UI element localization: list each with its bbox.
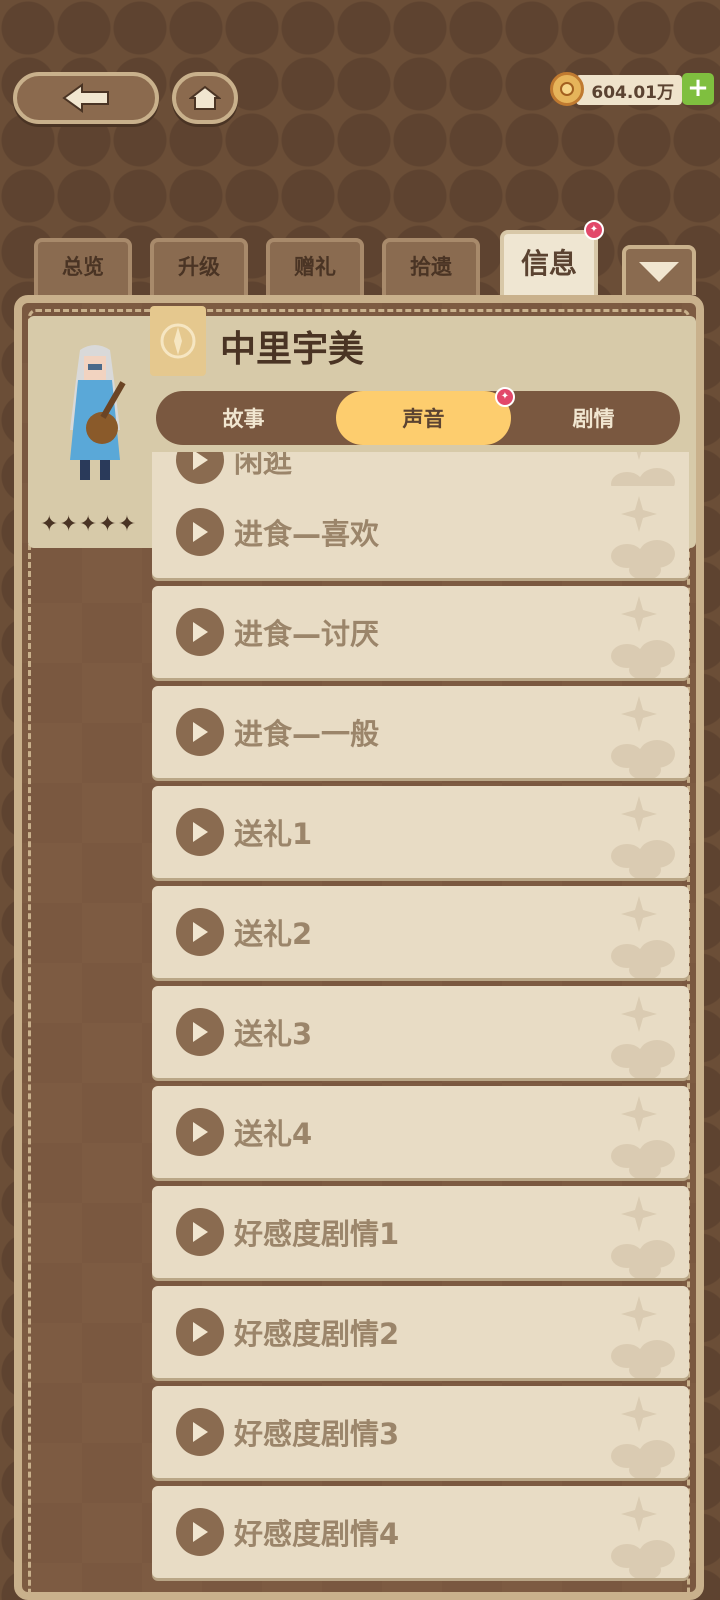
list-item[interactable]: 好感度剧情4 bbox=[152, 1486, 689, 1578]
home-button[interactable] bbox=[172, 72, 238, 124]
voice-label: 进食—讨厌 bbox=[234, 617, 380, 651]
play-button[interactable] bbox=[176, 1108, 224, 1156]
voice-label: 好感度剧情2 bbox=[234, 1317, 400, 1351]
play-icon bbox=[193, 822, 208, 842]
list-item[interactable]: 送礼2 bbox=[152, 886, 689, 978]
character-name: 中里宇美 bbox=[220, 329, 365, 370]
home-icon bbox=[189, 85, 221, 110]
voice-label: 送礼4 bbox=[234, 1117, 313, 1151]
voice-label: 送礼1 bbox=[234, 817, 313, 851]
play-button[interactable] bbox=[176, 1408, 224, 1456]
coffee-bean-deco-icon bbox=[611, 696, 675, 778]
coffee-bean-deco-icon bbox=[611, 1496, 675, 1578]
play-button[interactable] bbox=[176, 1508, 224, 1556]
voice-label: 好感度剧情1 bbox=[234, 1217, 400, 1251]
list-item[interactable]: 送礼3 bbox=[152, 986, 689, 1078]
coffee-bean-deco-icon bbox=[611, 1096, 675, 1178]
back-button[interactable] bbox=[13, 72, 159, 124]
tab-info[interactable]: 信息 ✦ bbox=[500, 220, 604, 296]
coffee-bean-deco-icon bbox=[611, 896, 675, 978]
play-icon bbox=[193, 1222, 208, 1242]
list-item[interactable]: 好感度剧情3 bbox=[152, 1386, 689, 1478]
list-item[interactable]: 送礼4 bbox=[152, 1086, 689, 1178]
play-button[interactable] bbox=[176, 1208, 224, 1256]
voice-label: 闲逛 bbox=[234, 452, 293, 479]
currency-display: 604.01万 + bbox=[550, 72, 715, 106]
character-portrait bbox=[50, 340, 140, 490]
tab-label: 总览 bbox=[62, 255, 104, 279]
add-currency-button[interactable]: + bbox=[682, 73, 714, 105]
element-badge-icon bbox=[150, 306, 206, 376]
play-icon bbox=[193, 1422, 208, 1442]
subtab-story[interactable]: 故事 bbox=[156, 391, 331, 445]
tab-label: 信息 bbox=[520, 247, 577, 280]
coffee-bean-deco-icon bbox=[611, 796, 675, 878]
play-button[interactable] bbox=[176, 1308, 224, 1356]
coffee-bean-deco-icon bbox=[611, 596, 675, 678]
voice-label: 好感度剧情3 bbox=[234, 1417, 400, 1451]
play-icon bbox=[193, 452, 208, 470]
tab-label: 升级 bbox=[178, 255, 220, 279]
list-item[interactable]: 进食—讨厌 bbox=[152, 586, 689, 678]
play-button[interactable] bbox=[176, 508, 224, 556]
subtab-voice[interactable]: 声音 ✦ bbox=[336, 387, 515, 445]
play-icon bbox=[193, 622, 208, 642]
coffee-bean-deco-icon bbox=[611, 496, 675, 578]
tab-label: 拾遗 bbox=[410, 255, 452, 279]
subtab-bar: 故事 声音 ✦ 剧情 bbox=[156, 387, 681, 445]
coffee-bean-deco-icon bbox=[611, 1196, 675, 1278]
subtab-label: 声音 bbox=[402, 407, 445, 431]
play-icon bbox=[193, 1322, 208, 1342]
voice-label: 进食—一般 bbox=[234, 717, 380, 751]
play-button[interactable] bbox=[176, 908, 224, 956]
list-item[interactable]: 送礼1 bbox=[152, 786, 689, 878]
star-rating: ✦✦✦✦✦ bbox=[40, 512, 138, 537]
play-icon bbox=[193, 1522, 208, 1542]
tab-label: 赠礼 bbox=[294, 255, 336, 279]
play-button[interactable] bbox=[176, 1008, 224, 1056]
play-icon bbox=[193, 1022, 208, 1042]
coffee-bean-deco-icon bbox=[611, 1296, 675, 1378]
voice-label: 好感度剧情4 bbox=[234, 1517, 400, 1551]
tab-overview[interactable]: 总览 bbox=[34, 238, 132, 296]
list-item[interactable]: 进食—喜欢 bbox=[152, 486, 689, 578]
subtab-label: 故事 bbox=[222, 407, 265, 431]
play-icon bbox=[193, 1122, 208, 1142]
coffee-bean-deco-icon bbox=[611, 1396, 675, 1478]
list-item[interactable]: 好感度剧情2 bbox=[152, 1286, 689, 1378]
play-icon bbox=[193, 722, 208, 742]
play-icon bbox=[193, 922, 208, 942]
play-button[interactable] bbox=[176, 452, 224, 484]
voice-label: 送礼3 bbox=[234, 1017, 313, 1051]
list-item[interactable]: 好感度剧情1 bbox=[152, 1186, 689, 1278]
coin-icon bbox=[550, 72, 584, 106]
play-button[interactable] bbox=[176, 708, 224, 756]
tab-upgrade[interactable]: 升级 bbox=[150, 238, 248, 296]
subtab-plot[interactable]: 剧情 bbox=[506, 391, 681, 445]
voice-label: 进食—喜欢 bbox=[234, 517, 380, 551]
coffee-bean-deco-icon bbox=[611, 996, 675, 1078]
voice-list[interactable]: 闲逛 进食—喜欢 进食—讨厌 进食—一般 送礼1 送礼2 送礼3 送礼4 好感度 bbox=[152, 452, 689, 1600]
play-button[interactable] bbox=[176, 808, 224, 856]
voice-label: 送礼2 bbox=[234, 917, 313, 951]
play-icon bbox=[193, 522, 208, 542]
chevron-down-icon bbox=[639, 262, 679, 282]
currency-value: 604.01万 bbox=[576, 75, 682, 105]
back-arrow-icon bbox=[62, 83, 109, 113]
subtab-label: 剧情 bbox=[572, 407, 615, 431]
tab-gift[interactable]: 赠礼 bbox=[266, 238, 364, 296]
notification-dot: ✦ bbox=[584, 220, 604, 240]
list-item[interactable]: 进食—一般 bbox=[152, 686, 689, 778]
tab-collection[interactable]: 拾遗 bbox=[382, 238, 480, 296]
tab-dropdown-button[interactable] bbox=[622, 245, 696, 295]
play-button[interactable] bbox=[176, 608, 224, 656]
